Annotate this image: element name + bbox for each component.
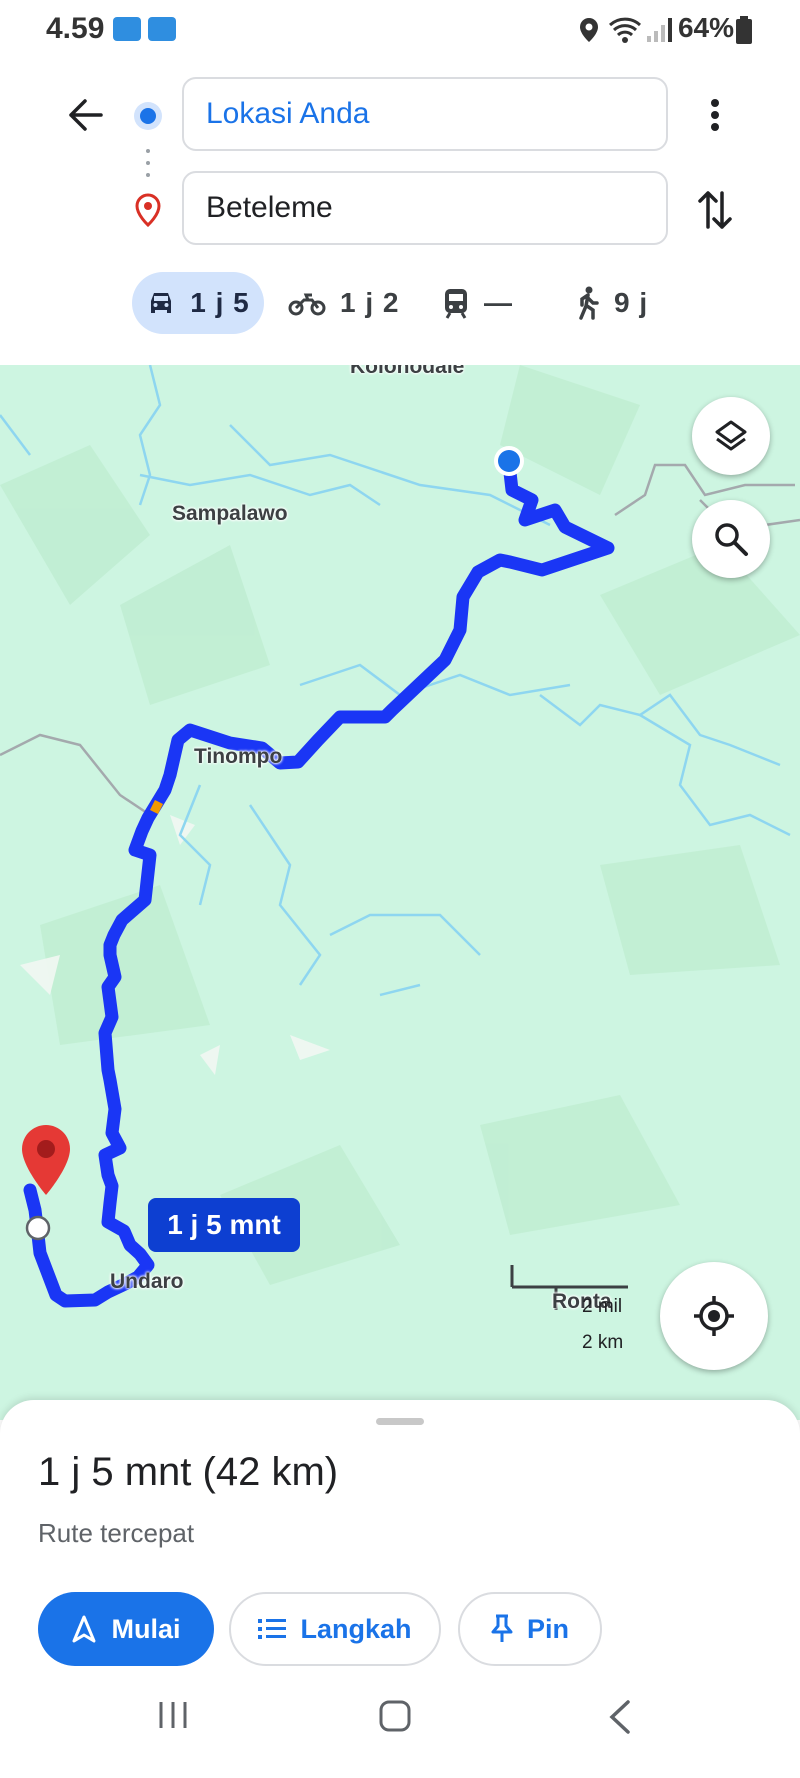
swap-button[interactable]	[688, 183, 742, 237]
mode-car-label: 1 j 5	[190, 287, 250, 318]
motorcycle-icon	[288, 293, 326, 316]
recent-apps-icon[interactable]	[155, 1700, 191, 1730]
pin-button-label: Pin	[526, 1613, 569, 1644]
destination-pin-icon	[135, 193, 161, 227]
mode-walk-tab[interactable]: 9 j	[574, 272, 648, 334]
start-button-label: Mulai	[111, 1613, 181, 1644]
route-duration-distance: 1 j 5 mnt (42 km)	[38, 1450, 339, 1494]
place-label-kolonodale: Kolonodale	[350, 365, 465, 378]
sheet-drag-handle[interactable]	[376, 1418, 424, 1425]
origin-dot-icon	[134, 102, 162, 130]
app-notification-icon	[148, 17, 176, 41]
mode-walk-label: 9 j	[614, 287, 649, 318]
place-label-undaro: Undaro	[110, 1270, 184, 1293]
status-time: 4.59	[46, 12, 105, 45]
origin-input[interactable]: Lokasi Anda	[182, 77, 668, 151]
search-icon	[715, 523, 748, 556]
mode-car-tab[interactable]: 1 j 5	[132, 272, 264, 334]
route-end-point-icon	[25, 1215, 51, 1241]
battery-icon	[736, 16, 752, 44]
pin-button[interactable]: Pin	[458, 1592, 602, 1666]
home-icon[interactable]	[378, 1700, 412, 1732]
more-vert-icon	[711, 99, 719, 131]
route-dots-icon	[146, 149, 150, 177]
mode-transit-tab[interactable]: —	[442, 272, 513, 334]
mode-motorcycle-tab[interactable]: 1 j 2	[288, 272, 399, 334]
car-icon	[151, 293, 172, 313]
layers-icon	[715, 420, 747, 451]
more-options-button[interactable]	[690, 90, 740, 140]
list-icon	[258, 1619, 287, 1639]
mode-motorcycle-label: 1 j 2	[340, 287, 400, 318]
signal-icon	[647, 18, 672, 42]
search-along-route-button[interactable]	[692, 500, 770, 578]
pin-icon	[491, 1614, 513, 1642]
my-location-icon	[694, 1296, 734, 1336]
swap-vert-icon	[698, 191, 732, 229]
back-button[interactable]	[60, 90, 110, 140]
battery-percent: 64%	[677, 12, 734, 43]
layers-button[interactable]	[692, 397, 770, 475]
wifi-icon	[608, 17, 642, 43]
navigation-arrow-icon	[72, 1615, 96, 1643]
arrow-back-icon	[69, 99, 103, 131]
start-button[interactable]: Mulai	[38, 1592, 214, 1666]
status-bar: 4.59 64%	[0, 0, 800, 60]
app-notification-icon	[113, 17, 141, 41]
train-icon	[445, 289, 467, 319]
scale-imperial-label: 2 mil	[582, 1296, 623, 1317]
place-label-sampalawo: Sampalawo	[172, 502, 288, 525]
route-description: Rute tercepat	[38, 1518, 195, 1548]
destination-input[interactable]: Beteleme	[182, 171, 668, 245]
steps-button-label: Langkah	[300, 1613, 412, 1644]
mode-transit-label: —	[484, 287, 513, 318]
my-location-button[interactable]	[660, 1262, 768, 1370]
place-label-tinompo: Tinompo	[194, 745, 283, 768]
location-icon	[580, 18, 598, 42]
origin-location-icon	[494, 446, 524, 476]
steps-button[interactable]: Langkah	[229, 1592, 441, 1666]
destination-marker-icon[interactable]	[20, 1123, 72, 1197]
walk-icon	[579, 286, 599, 320]
map-view[interactable]: Kolonodale Sampalawo Tinompo Undaro Ront…	[0, 365, 800, 1420]
scale-metric-label: 2 km	[582, 1332, 624, 1353]
nav-back-icon[interactable]	[608, 1700, 632, 1734]
route-eta-chip[interactable]: 1 j 5 mnt	[148, 1198, 300, 1252]
map-terrain	[0, 365, 800, 1310]
